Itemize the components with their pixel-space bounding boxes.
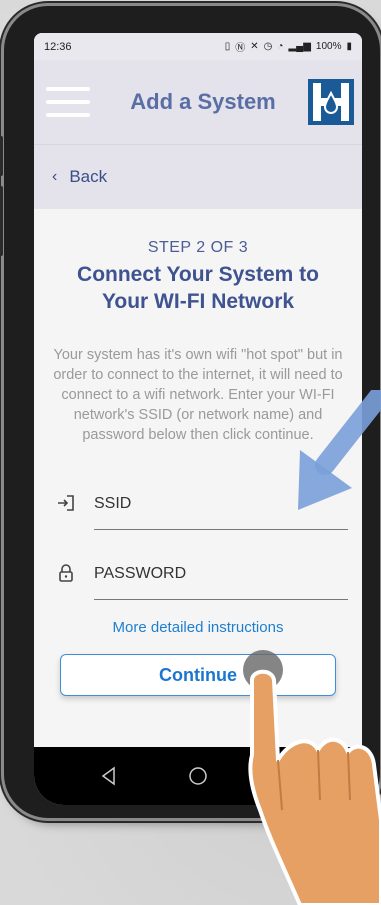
status-time: 12:36 xyxy=(44,40,72,53)
continue-button[interactable]: Continue xyxy=(60,654,336,696)
password-underline xyxy=(94,599,348,600)
mute-icon: ✕ xyxy=(250,41,259,52)
password-field xyxy=(48,551,348,613)
back-button[interactable]: ‹ Back xyxy=(34,144,362,209)
heading-line-2: Your WI-FI Network xyxy=(101,290,295,313)
android-nav-bar xyxy=(34,747,362,805)
heading-line-1: Connect Your System to xyxy=(77,263,319,286)
app-title: Add a System xyxy=(130,89,276,114)
vibrate-icon: ▯ xyxy=(224,41,231,52)
status-bar: 12:36 ▯ Ⓝ ✕ ◷ ◔ ▂▄▆ 100% ▮ xyxy=(34,33,362,60)
page-heading: Connect Your System to Your WI-FI Networ… xyxy=(48,261,348,315)
phone-frame: 12:36 ▯ Ⓝ ✕ ◷ ◔ ▂▄▆ 100% ▮ Add a System xyxy=(0,6,380,818)
lock-icon xyxy=(59,564,73,582)
volume-button xyxy=(0,186,3,256)
nav-back-icon[interactable] xyxy=(98,765,120,787)
app-bar: Add a System xyxy=(34,60,362,144)
volume-button xyxy=(0,136,3,176)
logo-icon xyxy=(308,79,354,125)
chevron-left-icon: ‹ xyxy=(52,168,58,185)
screen: 12:36 ▯ Ⓝ ✕ ◷ ◔ ▂▄▆ 100% ▮ Add a System xyxy=(34,33,362,805)
detailed-instructions-link[interactable]: More detailed instructions xyxy=(48,619,348,636)
nav-home-icon[interactable] xyxy=(187,765,209,787)
brand-logo xyxy=(308,79,354,125)
status-icons: ▯ Ⓝ ✕ ◷ ◔ ▂▄▆ 100% ▮ xyxy=(225,39,352,54)
step-indicator: STEP 2 OF 3 xyxy=(147,239,249,256)
password-input[interactable] xyxy=(94,557,344,591)
battery-text: 100% xyxy=(315,41,342,52)
hamburger-menu-icon[interactable] xyxy=(46,87,90,117)
login-icon xyxy=(58,495,74,511)
wifi-icon: ◔ xyxy=(277,41,284,52)
description-text: Your system has it's own wifi "hot spot"… xyxy=(53,347,343,443)
main-content: STEP 2 OF 3 Connect Your System to Your … xyxy=(34,209,362,696)
back-label: Back xyxy=(69,167,108,186)
nfc-icon: Ⓝ xyxy=(235,43,246,54)
nav-recents-icon[interactable] xyxy=(276,765,298,787)
ssid-field xyxy=(48,481,348,543)
ssid-underline xyxy=(94,529,348,530)
ssid-input[interactable] xyxy=(94,487,344,521)
battery-icon: ▮ xyxy=(346,41,352,52)
signal-icon: ▂▄▆ xyxy=(288,41,311,52)
alarm-icon: ◷ xyxy=(263,41,273,52)
